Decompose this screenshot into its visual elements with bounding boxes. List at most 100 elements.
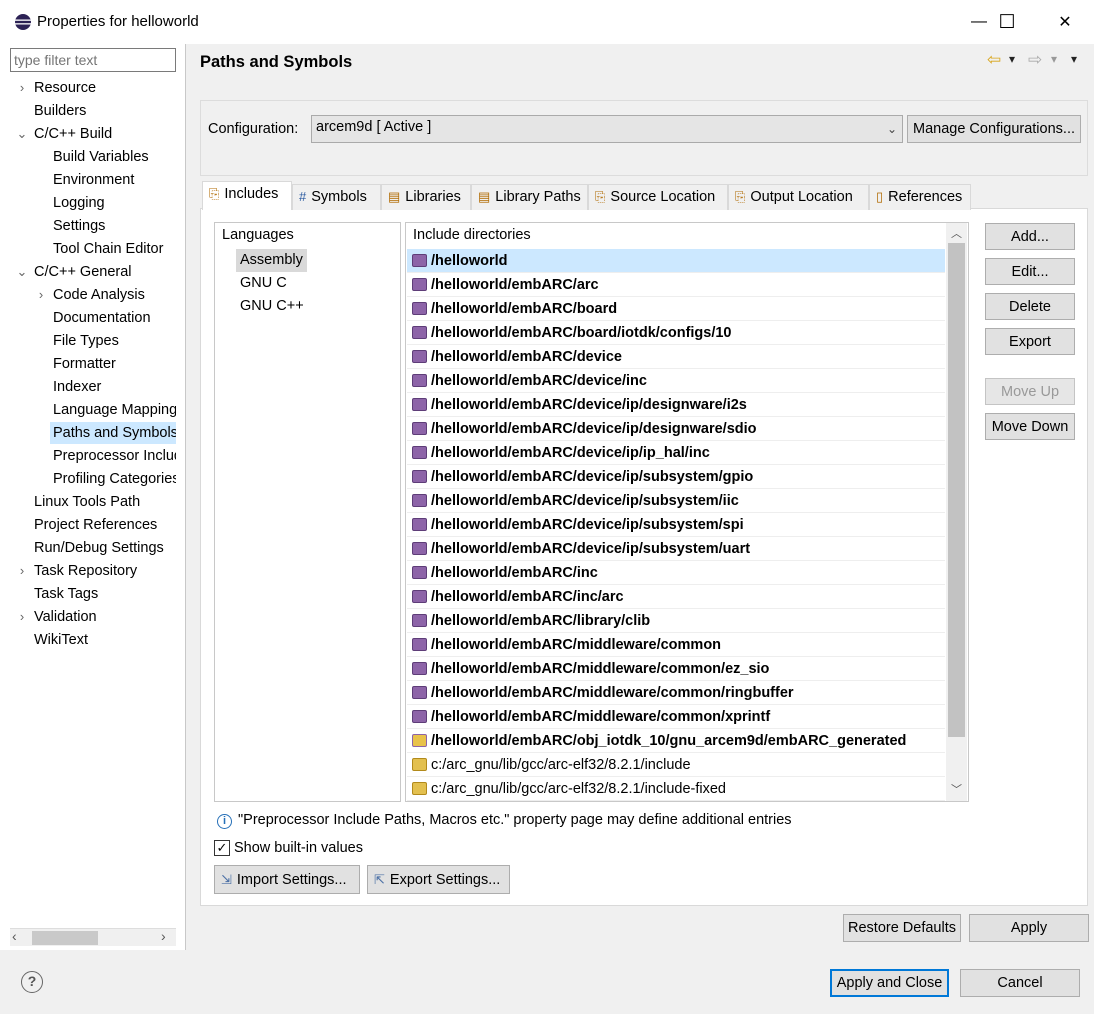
language-item[interactable]: Assembly [236,249,307,272]
include-directory-row[interactable]: /helloworld/embARC/middleware/common/xpr… [407,705,945,729]
chevron-down-icon[interactable]: ⌄ [882,115,902,143]
tree-item[interactable]: C/C++ Build [31,123,115,145]
tab-output-location[interactable]: ⎘ Output Location [728,184,869,210]
cancel-button[interactable]: Cancel [960,969,1080,997]
restore-defaults-button[interactable]: Restore Defaults [843,914,961,942]
tree-scroll-thumb[interactable] [32,931,98,945]
configuration-combo[interactable]: arcem9d [ Active ] [311,115,903,143]
include-directory-row[interactable]: /helloworld/embARC/library/clib [407,609,945,633]
tree-item[interactable]: Documentation [50,307,154,329]
apply-button[interactable]: Apply [969,914,1089,942]
tab-includes[interactable]: ⎘ Includes [202,181,292,210]
include-directory-row[interactable]: /helloworld/embARC/device/ip/subsystem/g… [407,465,945,489]
tree-item[interactable]: Task Repository [31,560,140,582]
close-button[interactable]: ✕ [1042,0,1088,44]
include-directory-row[interactable]: /helloworld/embARC/obj_iotdk_10/gnu_arce… [407,729,945,753]
include-directory-row[interactable]: /helloworld/embARC/middleware/common [407,633,945,657]
include-directory-path: /helloworld/embARC/arc [431,277,599,293]
tree-item[interactable]: Run/Debug Settings [31,537,167,559]
chevron-down-icon[interactable]: ⌄ [16,261,28,283]
export-button[interactable]: Export [985,328,1075,355]
include-directory-row[interactable]: /helloworld/embARC/board [407,297,945,321]
tree-item[interactable]: WikiText [31,629,91,651]
tree-item[interactable]: Profiling Categories [50,468,176,490]
chevron-right-icon[interactable]: › [35,284,47,306]
tree-item[interactable]: C/C++ General [31,261,135,283]
tab-libraries[interactable]: ▤ Libraries [381,184,471,210]
import-settings-button[interactable]: ⇲ Import Settings... [214,865,360,894]
manage-configurations-button[interactable]: Manage Configurations... [907,115,1081,143]
language-item[interactable]: GNU C [236,272,291,295]
tree-item[interactable]: Tool Chain Editor [50,238,166,260]
back-dropdown-icon[interactable]: ▾ [1009,52,1015,66]
view-menu-icon[interactable]: ▾ [1071,52,1077,66]
filter-input[interactable] [10,48,176,72]
apply-and-close-button[interactable]: Apply and Close [830,969,949,997]
include-directory-row[interactable]: /helloworld/embARC/inc [407,561,945,585]
add-button[interactable]: Add... [985,223,1075,250]
forward-arrow-icon[interactable]: ⇨ [1028,50,1042,70]
include-directory-row[interactable]: /helloworld/embARC/device/ip/subsystem/s… [407,513,945,537]
tab-references[interactable]: ▯ References [869,184,971,210]
maximize-button[interactable]: ☐ [984,0,1030,44]
scroll-down-icon[interactable]: ﹀ [946,780,967,800]
tab-source-location[interactable]: ⎘ Source Location [588,184,728,210]
show-builtin-label[interactable]: Show built-in values [234,840,363,856]
chevron-right-icon[interactable]: › [16,77,28,99]
tree-item[interactable]: Linux Tools Path [31,491,143,513]
import-settings-label: Import Settings... [236,871,347,888]
include-list-scroll-thumb[interactable] [948,243,965,737]
tree-item[interactable]: Formatter [50,353,119,375]
tree-item[interactable]: Indexer [50,376,104,398]
include-directory-row[interactable]: /helloworld/embARC/device/ip/ip_hal/inc [407,441,945,465]
include-directory-row[interactable]: /helloworld/embARC/inc/arc [407,585,945,609]
move-up-button[interactable]: Move Up [985,378,1075,405]
chevron-right-icon[interactable]: › [16,606,28,628]
scroll-up-icon[interactable]: ︿ [946,224,967,244]
tree-item[interactable]: Logging [50,192,108,214]
include-directory-row[interactable]: /helloworld [407,249,945,273]
scroll-right-icon[interactable]: › [161,928,166,944]
include-directory-row[interactable]: /helloworld/embARC/device/ip/subsystem/i… [407,489,945,513]
tree-item[interactable]: Paths and Symbols [50,422,176,444]
include-directory-row[interactable]: /helloworld/embARC/middleware/common/rin… [407,681,945,705]
include-directory-path: /helloworld/embARC/board [431,301,618,317]
tree-item[interactable]: Environment [50,169,137,191]
tree-item[interactable]: Resource [31,77,99,99]
chevron-right-icon[interactable]: › [16,560,28,582]
tree-item[interactable]: Code Analysis [50,284,148,306]
include-directory-row[interactable]: /helloworld/embARC/device/inc [407,369,945,393]
tab-library-paths[interactable]: ▤ Library Paths [471,184,588,210]
tree-item[interactable]: Build Variables [50,146,152,168]
include-directory-row[interactable]: /helloworld/embARC/device [407,345,945,369]
tree-item[interactable]: Task Tags [31,583,101,605]
forward-dropdown-icon[interactable]: ▾ [1051,52,1057,66]
tree-item[interactable]: Language Mappings [50,399,176,421]
back-arrow-icon[interactable]: ⇦ [987,50,1001,70]
tree-item[interactable]: Builders [31,100,89,122]
scroll-left-icon[interactable]: ‹ [12,928,17,944]
tab-symbols[interactable]: # Symbols [292,184,381,210]
include-directory-row[interactable]: /helloworld/embARC/device/ip/subsystem/u… [407,537,945,561]
export-settings-button[interactable]: ⇱ Export Settings... [367,865,510,894]
include-directory-row[interactable]: /helloworld/embARC/middleware/common/ez_… [407,657,945,681]
language-item[interactable]: GNU C++ [236,295,308,318]
include-directory-row[interactable]: /helloworld/embARC/device/ip/designware/… [407,417,945,441]
include-directory-row[interactable]: c:/arc_gnu/lib/gcc/arc-elf32/8.2.1/inclu… [407,777,945,801]
include-directory-row[interactable]: /helloworld/embARC/arc [407,273,945,297]
tree-item[interactable]: Settings [50,215,108,237]
show-builtin-checkbox[interactable]: ✓ [214,840,230,856]
workspace-folder-icon [412,470,427,483]
edit-button[interactable]: Edit... [985,258,1075,285]
tree-item[interactable]: Validation [31,606,100,628]
help-icon[interactable]: ? [21,971,43,993]
tree-item[interactable]: File Types [50,330,122,352]
move-down-button[interactable]: Move Down [985,413,1075,440]
include-directory-row[interactable]: /helloworld/embARC/device/ip/designware/… [407,393,945,417]
include-directory-row[interactable]: c:/arc_gnu/lib/gcc/arc-elf32/8.2.1/inclu… [407,753,945,777]
chevron-down-icon[interactable]: ⌄ [16,123,28,145]
delete-button[interactable]: Delete [985,293,1075,320]
tree-item[interactable]: Project References [31,514,160,536]
include-directory-row[interactable]: /helloworld/embARC/board/iotdk/configs/1… [407,321,945,345]
tree-item[interactable]: Preprocessor Include Paths [50,445,176,467]
